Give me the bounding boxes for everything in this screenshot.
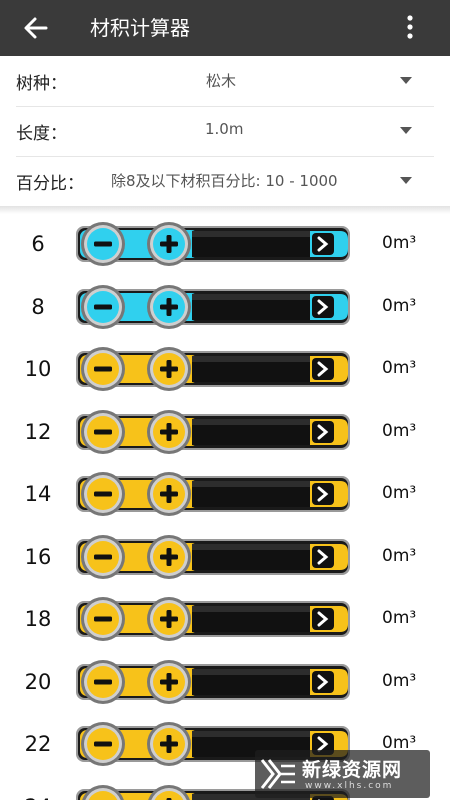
plus-button[interactable] — [147, 534, 191, 579]
settings-form: 树种： 松木 长度： 1.0m 百分比： 除8及以下材积百分比: 10 - 10… — [0, 56, 450, 208]
increase-end-button[interactable] — [310, 481, 348, 507]
app-bar: 材积计算器 — [0, 0, 450, 56]
minus-icon — [94, 491, 112, 497]
volume-value: 0m³ — [382, 483, 417, 503]
plus-button[interactable] — [147, 222, 191, 266]
species-select[interactable]: 树种： 松木 — [16, 56, 434, 107]
minus-button[interactable] — [81, 222, 125, 266]
minus-button[interactable] — [81, 722, 125, 766]
length-value: 1.0m — [205, 120, 244, 138]
diameter-label: 6 — [31, 232, 45, 256]
increase-end-button[interactable] — [310, 543, 348, 570]
volume-value: 0m³ — [382, 420, 417, 441]
quantity-slider[interactable] — [74, 346, 354, 392]
plus-button[interactable] — [147, 722, 191, 766]
diameter-label: 24 — [0, 795, 76, 800]
minus-button[interactable] — [81, 347, 125, 391]
minus-icon — [94, 304, 112, 309]
plus-button[interactable] — [147, 472, 191, 516]
percent-value: 除8及以下材积百分比: 10 - 1000 — [111, 172, 338, 190]
volume-value: 0m³ — [382, 670, 417, 691]
quantity-slider[interactable] — [74, 221, 354, 267]
minus-icon — [94, 679, 112, 684]
volume-value: 0m³ — [382, 545, 417, 566]
watermark: 新绿资源网 www.xlhs.com — [255, 750, 430, 798]
minus-icon — [94, 554, 112, 559]
quantity-slider[interactable] — [74, 471, 354, 517]
list-item: 8 0m³ — [0, 276, 450, 338]
minus-button[interactable] — [81, 659, 125, 704]
list-item: 14 0m³ — [0, 463, 450, 525]
diameter-label: 12 — [24, 419, 52, 444]
list-item: 10 0m³ — [0, 338, 450, 400]
diameter-label: 16 — [24, 544, 52, 569]
overflow-menu-button[interactable] — [398, 12, 422, 44]
minus-button[interactable] — [81, 284, 125, 329]
diameter-list[interactable]: 6 0m³ 8 0m³ 10 0m³ 12 0m³ 14 0m³ 16 0m³ … — [0, 213, 450, 800]
more-vert-icon — [407, 15, 413, 39]
increase-end-button[interactable] — [310, 668, 348, 695]
quantity-slider[interactable] — [74, 409, 354, 455]
plus-button[interactable] — [147, 409, 191, 454]
increase-end-button[interactable] — [310, 606, 348, 632]
diameter-label: 18 — [24, 607, 52, 631]
percent-select[interactable]: 百分比： 除8及以下材积百分比: 10 - 1000 — [16, 156, 434, 206]
quantity-slider[interactable] — [74, 284, 354, 330]
volume-value: 0m³ — [382, 233, 417, 253]
dropdown-arrow-icon — [400, 177, 412, 184]
percent-label: 百分比： — [16, 174, 84, 194]
dropdown-arrow-icon — [400, 77, 412, 84]
minus-icon — [94, 741, 112, 747]
watermark-title: 新绿资源网 — [302, 759, 403, 781]
list-item: 20 0m³ — [0, 651, 450, 713]
minus-button[interactable] — [81, 409, 125, 454]
increase-end-button[interactable] — [310, 293, 348, 320]
back-button[interactable] — [20, 12, 52, 44]
volume-value: 0m³ — [382, 295, 417, 316]
plus-button[interactable] — [147, 284, 191, 329]
species-value: 松木 — [206, 72, 237, 90]
diameter-label: 8 — [31, 294, 45, 319]
minus-icon — [94, 366, 112, 372]
increase-end-button[interactable] — [310, 231, 348, 257]
minus-icon — [94, 241, 112, 247]
volume-value: 0m³ — [382, 358, 417, 378]
plus-button[interactable] — [147, 597, 191, 641]
watermark-logo — [260, 759, 295, 789]
minus-button[interactable] — [81, 597, 125, 641]
list-item: 16 0m³ — [0, 526, 450, 588]
increase-end-button[interactable] — [310, 356, 348, 382]
minus-icon — [94, 429, 112, 434]
page-title: 材积计算器 — [90, 16, 190, 40]
minus-button[interactable] — [81, 784, 125, 800]
minus-button[interactable] — [81, 534, 125, 579]
diameter-label: 20 — [24, 669, 52, 694]
volume-value: 0m³ — [382, 608, 417, 628]
minus-icon — [94, 616, 112, 622]
minus-button[interactable] — [81, 472, 125, 516]
dropdown-arrow-icon — [400, 127, 412, 134]
plus-button[interactable] — [147, 347, 191, 391]
diameter-label: 10 — [24, 357, 52, 381]
quantity-slider[interactable] — [74, 596, 354, 642]
arrow-left-icon — [24, 17, 48, 39]
quantity-slider[interactable] — [74, 659, 354, 705]
diameter-label: 14 — [24, 482, 52, 506]
length-label: 长度： — [16, 124, 67, 144]
list-item: 12 0m³ — [0, 401, 450, 463]
list-item: 18 0m³ — [0, 588, 450, 650]
quantity-slider[interactable] — [74, 534, 354, 580]
length-select[interactable]: 长度： 1.0m — [16, 106, 434, 157]
watermark-subtitle: www.xlhs.com — [305, 781, 394, 791]
plus-button[interactable] — [147, 659, 191, 704]
diameter-label: 22 — [24, 732, 52, 756]
list-item: 6 0m³ — [0, 213, 450, 275]
plus-button[interactable] — [147, 784, 191, 800]
species-label: 树种： — [16, 74, 67, 94]
increase-end-button[interactable] — [310, 418, 348, 445]
